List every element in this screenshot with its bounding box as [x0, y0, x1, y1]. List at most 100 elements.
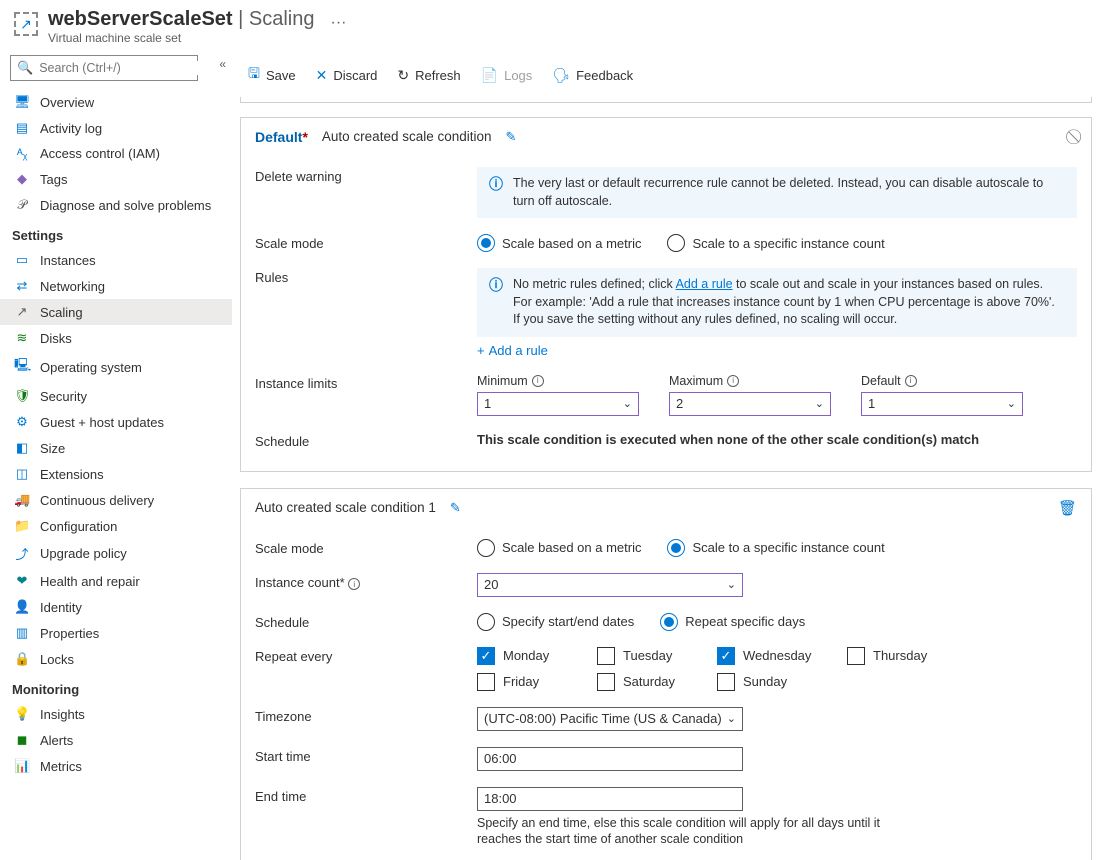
add-rule-inline-link[interactable]: Add a rule	[676, 277, 733, 291]
search-input[interactable]	[39, 61, 200, 75]
radio-repeat-days[interactable]: Repeat specific days	[660, 613, 805, 631]
sidebar-item-guest-host-updates[interactable]: ⚙Guest + host updates	[0, 409, 232, 435]
sidebar-item-instances[interactable]: ▭Instances	[0, 247, 232, 273]
checkbox-box	[717, 673, 735, 691]
delete-condition-button[interactable]: 🗑	[1058, 499, 1077, 517]
edit-name-icon[interactable]: ✎	[450, 500, 461, 516]
radio-scale-count[interactable]: Scale to a specific instance count	[667, 234, 884, 252]
nav-label: Scaling	[40, 305, 83, 320]
checkbox-label: Friday	[503, 674, 539, 689]
sidebar-item-extensions[interactable]: ◫Extensions	[0, 461, 232, 487]
radio-specify-dates[interactable]: Specify start/end dates	[477, 613, 634, 631]
sidebar-item-diagnose-and-solve-problems[interactable]: 𝒫Diagnose and solve problems	[0, 192, 232, 218]
logs-button[interactable]: 📄Logs	[473, 63, 541, 88]
label-rules: Rules	[255, 268, 477, 285]
sidebar-item-configuration[interactable]: 📁Configuration	[0, 513, 232, 539]
sidebar-item-size[interactable]: ◧ Size	[0, 435, 232, 461]
checkbox-sat[interactable]: Saturday	[597, 673, 717, 691]
nav-icon: 🔒	[14, 651, 30, 667]
checkbox-tue[interactable]: Tuesday	[597, 647, 717, 665]
checkbox-label: Thursday	[873, 648, 927, 663]
sidebar-item-properties[interactable]: ▥Properties	[0, 620, 232, 646]
nav-icon: ᴬᵪ	[14, 146, 30, 161]
edit-name-icon[interactable]: ✎	[506, 129, 517, 145]
instance-count-select[interactable]: 20⌄	[477, 573, 743, 597]
resource-icon: ↗	[14, 12, 38, 36]
nav-label: Properties	[40, 626, 99, 641]
nav-icon: ◧	[14, 440, 30, 456]
nav-icon: 🖳	[14, 356, 30, 378]
nav-icon: ❤	[14, 573, 30, 589]
end-time-hint: Specify an end time, else this scale con…	[477, 815, 897, 849]
refresh-button[interactable]: ↻Refresh	[389, 63, 468, 88]
chevron-down-icon: ⌄	[1007, 397, 1016, 410]
radio-scale-metric[interactable]: Scale based on a metric	[477, 539, 641, 557]
sidebar-item-access-control-iam-[interactable]: ᴬᵪAccess control (IAM)	[0, 141, 232, 166]
nav-label: Metrics	[40, 759, 82, 774]
nav-label: Operating system	[40, 360, 142, 375]
sidebar-item-operating-system[interactable]: 🖳 Operating system	[0, 351, 232, 383]
discard-button[interactable]: ✕Discard	[308, 63, 386, 88]
minimum-select[interactable]: 1⌄	[477, 392, 639, 416]
checkbox-label: Wednesday	[743, 648, 811, 663]
checkbox-box: ✓	[717, 647, 735, 665]
feedback-button[interactable]: 🗣Feedback	[544, 63, 641, 88]
checkbox-label: Tuesday	[623, 648, 672, 663]
checkbox-fri[interactable]: Friday	[477, 673, 597, 691]
nav-label: Size	[40, 441, 65, 456]
nav-icon: ↗	[14, 304, 30, 320]
nav-label: Health and repair	[40, 574, 140, 589]
maximum-select[interactable]: 2⌄	[669, 392, 831, 416]
search-icon: 🔍	[17, 60, 33, 76]
sidebar-item-security[interactable]: 🛡Security	[0, 383, 232, 409]
nav-label: Guest + host updates	[40, 415, 164, 430]
sidebar-item-disks[interactable]: ≋Disks	[0, 325, 232, 351]
nav-section-monitoring: Monitoring	[0, 672, 232, 701]
sidebar-item-activity-log[interactable]: ▤Activity log	[0, 115, 232, 141]
label-repeat-every: Repeat every	[255, 647, 477, 664]
start-time-input[interactable]: 06:00	[477, 747, 743, 771]
checkbox-wed[interactable]: ✓ Wednesday	[717, 647, 847, 665]
checkbox-sun[interactable]: Sunday	[717, 673, 847, 691]
sidebar-item-scaling[interactable]: ↗ Scaling	[0, 299, 232, 325]
more-actions-button[interactable]: ···	[331, 14, 347, 32]
checkbox-thu[interactable]: Thursday	[847, 647, 967, 665]
nav-icon: ◼	[14, 732, 30, 748]
nav-label: Insights	[40, 707, 85, 722]
save-button[interactable]: 🖫Save	[240, 59, 304, 91]
default-select[interactable]: 1⌄	[861, 392, 1023, 416]
radio-scale-count[interactable]: Scale to a specific instance count	[667, 539, 884, 557]
label-schedule: Schedule	[255, 432, 477, 449]
sidebar-item-continuous-delivery[interactable]: 🚚Continuous delivery	[0, 487, 232, 513]
end-time-input[interactable]: 18:00	[477, 787, 743, 811]
add-rule-link[interactable]: +Add a rule	[477, 343, 548, 358]
nav-icon: ◫	[14, 466, 30, 482]
sidebar-item-locks[interactable]: 🔒Locks	[0, 646, 232, 672]
chevron-down-icon: ⌄	[815, 397, 824, 410]
info-icon: i	[727, 375, 739, 387]
save-icon: 🖫	[248, 63, 260, 87]
nav-icon: 🚚	[14, 492, 30, 508]
page-header: ↗ webServerScaleSet | Scaling Virtual ma…	[0, 0, 1100, 51]
sidebar-item-upgrade-policy[interactable]: ⤴Upgrade policy	[0, 539, 232, 568]
nav-label: Upgrade policy	[40, 546, 127, 561]
sidebar-item-networking[interactable]: ⇄Networking	[0, 273, 232, 299]
sidebar-item-tags[interactable]: ◆Tags	[0, 166, 232, 192]
nav-icon: 💡	[14, 706, 30, 722]
label-maximum: Maximumi	[669, 374, 831, 388]
radio-scale-metric[interactable]: Scale based on a metric	[477, 234, 641, 252]
timezone-select[interactable]: (UTC-08:00) Pacific Time (US & Canada)⌄	[477, 707, 743, 731]
label-scale-mode: Scale mode	[255, 234, 477, 251]
info-icon: i	[348, 578, 360, 590]
sidebar-item-overview[interactable]: 🖥Overview	[0, 89, 232, 115]
delete-warning-box: ⓘ The very last or default recurrence ru…	[477, 167, 1077, 218]
sidebar-item-metrics[interactable]: 📊Metrics	[0, 753, 232, 779]
collapse-sidebar-button[interactable]: «	[219, 57, 226, 71]
sidebar-item-health-and-repair[interactable]: ❤ Health and repair	[0, 568, 232, 594]
sidebar-item-insights[interactable]: 💡 Insights	[0, 701, 232, 727]
sidebar-item-alerts[interactable]: ◼Alerts	[0, 727, 232, 753]
checkbox-mon[interactable]: ✓Monday	[477, 647, 597, 665]
label-delete-warning: Delete warning	[255, 167, 477, 184]
sidebar-search[interactable]: 🔍	[10, 55, 198, 81]
sidebar-item-identity[interactable]: 👤Identity	[0, 594, 232, 620]
